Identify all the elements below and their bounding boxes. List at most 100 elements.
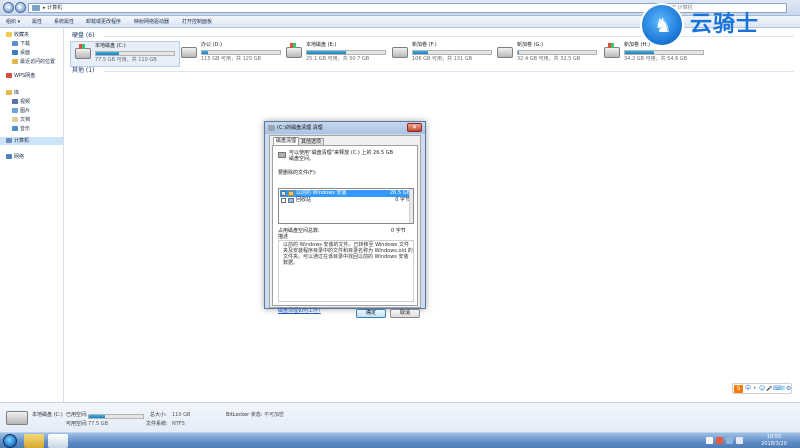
sidebar-item-documents[interactable]: 文档 bbox=[12, 116, 30, 124]
tab-disk-cleanup[interactable]: 磁盘清理 bbox=[273, 137, 300, 145]
tab-panel: 可以使用“磁盘清理”来释放 (C:) 上的 26.5 GB 磁盘空间。 要删除的… bbox=[272, 145, 418, 314]
open-control-panel-button[interactable]: 打开控制面板 bbox=[182, 18, 212, 26]
address-input[interactable]: ▸ 计算机 bbox=[28, 3, 658, 13]
files-list[interactable]: ✓ 以前的 Windows 安装 26.5 GB 回收站 0 字节 bbox=[278, 188, 414, 224]
sidebar-label: 视频 bbox=[20, 99, 31, 105]
taskbar: 10:55 2018/3/20 bbox=[0, 432, 800, 448]
sidebar-item-library[interactable]: 库 bbox=[6, 89, 19, 97]
disk-cleanup-dialog: (C:)的磁盘清理 清理 ✕ 磁盘清理 其他选项 可以使用“磁盘清理”来释放 (… bbox=[264, 121, 426, 318]
sidebar-label: 下载 bbox=[20, 41, 31, 47]
drive-usage-fill bbox=[413, 51, 428, 54]
sidebar-item-recent[interactable]: 最近访问的位置 bbox=[12, 58, 55, 66]
music-icon bbox=[12, 126, 18, 131]
yunqishi-logo-icon: ♞ bbox=[640, 3, 684, 47]
ok-button[interactable]: 确定 bbox=[356, 309, 386, 318]
sidebar-label: 文档 bbox=[20, 117, 31, 123]
ime-mode-icon[interactable]: 中 bbox=[745, 385, 751, 393]
drive-e[interactable]: 本地磁盘 (E:) 25.1 GB 可用，共 50.7 GB bbox=[282, 41, 392, 67]
clock[interactable]: 10:55 2018/3/20 bbox=[754, 434, 794, 448]
drive-usage-bar bbox=[412, 50, 492, 55]
sidebar-label: 库 bbox=[14, 90, 20, 96]
drive-icon bbox=[278, 152, 286, 158]
drive-icon bbox=[181, 47, 197, 58]
drive-f[interactable]: 新加卷 (F:) 106 GB 可用，共 131 GB bbox=[388, 41, 498, 67]
details-total-label: 总大小: bbox=[150, 412, 167, 418]
start-button[interactable] bbox=[3, 434, 17, 448]
video-icon bbox=[12, 99, 18, 104]
details-used-label: 已用空间: bbox=[66, 412, 88, 418]
hdd-group-title[interactable]: 硬盘 (6) bbox=[72, 32, 94, 40]
drive-usage-bar bbox=[201, 50, 281, 55]
close-button[interactable]: ✕ bbox=[407, 123, 422, 132]
dialog-title: (C:)的磁盘清理 清理 bbox=[277, 125, 323, 131]
sidebar-label: 音乐 bbox=[20, 126, 31, 132]
windows-drive-icon bbox=[286, 43, 302, 58]
sidebar-item-wps[interactable]: WPS网盘 bbox=[6, 72, 35, 80]
tray-security-icon[interactable] bbox=[716, 437, 723, 444]
sidebar-item-network[interactable]: 网络 bbox=[6, 153, 24, 161]
file-size: 26.5 GB bbox=[389, 190, 410, 196]
ime-punctuation-icon[interactable]: • bbox=[753, 385, 757, 393]
details-total-value: 110 GB bbox=[172, 412, 191, 418]
volume-icon[interactable] bbox=[736, 437, 743, 444]
drive-name: 新加卷 (F:) bbox=[412, 42, 437, 48]
network-icon[interactable] bbox=[726, 437, 733, 444]
drive-usage-bar bbox=[95, 51, 175, 56]
sidebar-item-favorites[interactable]: 收藏夹 bbox=[6, 31, 29, 39]
drive-name: 本地磁盘 (C:) bbox=[95, 43, 126, 49]
ime-settings-icon[interactable]: ⚙ bbox=[786, 385, 791, 393]
file-name: 以前的 Windows 安装 bbox=[296, 190, 347, 196]
sidebar-label: 最近访问的位置 bbox=[20, 59, 56, 65]
sidebar-item-music[interactable]: 音乐 bbox=[12, 125, 30, 133]
drive-usage-fill bbox=[625, 51, 654, 54]
drive-usage-fill bbox=[96, 52, 120, 55]
wps-cloud-icon bbox=[6, 73, 12, 78]
forward-button[interactable]: ▸ bbox=[15, 2, 26, 13]
explorer-taskbar-icon[interactable] bbox=[24, 434, 44, 448]
system-properties-button[interactable]: 系统属性 bbox=[54, 18, 74, 26]
description-text: 以前的 Windows 安装的文件。已转移至 Windows 文件夹及安装程序目… bbox=[283, 242, 413, 266]
ime-toolbar[interactable]: S 中 • ☺ 🎤 ⌨ 👕 ⚙ bbox=[732, 383, 792, 394]
uninstall-program-button[interactable]: 卸载或更改程序 bbox=[86, 18, 121, 26]
network-icon bbox=[6, 154, 12, 159]
sogou-icon[interactable]: S bbox=[734, 385, 743, 393]
drive-icon bbox=[6, 411, 28, 425]
back-button[interactable]: ◂ bbox=[3, 2, 14, 13]
ime-voice-icon[interactable]: 🎤 bbox=[766, 385, 772, 393]
drive-c[interactable]: 本地磁盘 (C:) 77.5 GB 可用，共 110 GB bbox=[70, 41, 180, 67]
list-item[interactable]: ✓ 以前的 Windows 安装 26.5 GB bbox=[280, 190, 412, 197]
details-drive-name: 本地磁盘 (C:) bbox=[32, 412, 63, 418]
ime-emoji-icon[interactable]: ☺ bbox=[759, 385, 765, 393]
map-network-drive-button[interactable]: 映射网络驱动器 bbox=[134, 18, 169, 26]
sidebar-item-pictures[interactable]: 图片 bbox=[12, 107, 30, 115]
drive-name: 办公 (D:) bbox=[201, 42, 223, 48]
dialog-body: 磁盘清理 其他选项 可以使用“磁盘清理”来释放 (C:) 上的 26.5 GB … bbox=[269, 135, 421, 318]
drive-free-space: 77.5 GB 可用，共 110 GB bbox=[95, 57, 157, 63]
drive-usage-fill bbox=[518, 51, 519, 54]
download-icon bbox=[12, 41, 18, 46]
tray-app-icon[interactable] bbox=[706, 437, 713, 444]
clock-date: 2018/3/20 bbox=[761, 441, 787, 447]
app-taskbar-icon[interactable] bbox=[48, 434, 68, 448]
drive-free-space: 34.2 GB 可用，共 54.6 GB bbox=[624, 56, 688, 62]
file-checkbox[interactable] bbox=[281, 198, 286, 203]
how-cleanup-works-link[interactable]: 磁盘清理如何工作? bbox=[278, 307, 321, 314]
cancel-button[interactable]: 取消 bbox=[390, 309, 420, 318]
dialog-title-bar[interactable]: (C:)的磁盘清理 清理 ✕ bbox=[265, 122, 425, 134]
details-bitlocker-label: BitLocker 状态: bbox=[226, 412, 263, 418]
file-checkbox[interactable]: ✓ bbox=[281, 191, 286, 196]
sidebar-item-computer[interactable]: 计算机 bbox=[0, 137, 63, 145]
drive-d[interactable]: 办公 (D:) 115 GB 可用，共 125 GB bbox=[177, 41, 287, 67]
drive-g[interactable]: 新加卷 (G:) 32.4 GB 可用，共 32.5 GB bbox=[493, 41, 603, 67]
other-group-title[interactable]: 其他 (1) bbox=[72, 67, 94, 75]
scrollbar[interactable] bbox=[409, 189, 413, 223]
properties-button[interactable]: 属性 bbox=[32, 18, 42, 26]
sidebar-item-videos[interactable]: 视频 bbox=[12, 98, 30, 106]
drive-free-space: 32.4 GB 可用，共 32.5 GB bbox=[517, 56, 581, 62]
sidebar-item-desktop[interactable]: 桌面 bbox=[12, 49, 30, 57]
drive-usage-bar bbox=[624, 50, 704, 55]
computer-icon bbox=[32, 5, 40, 11]
sidebar-item-downloads[interactable]: 下载 bbox=[12, 40, 30, 48]
list-item[interactable]: 回收站 0 字节 bbox=[280, 197, 412, 204]
organize-menu[interactable]: 组织 ▾ bbox=[6, 18, 20, 26]
